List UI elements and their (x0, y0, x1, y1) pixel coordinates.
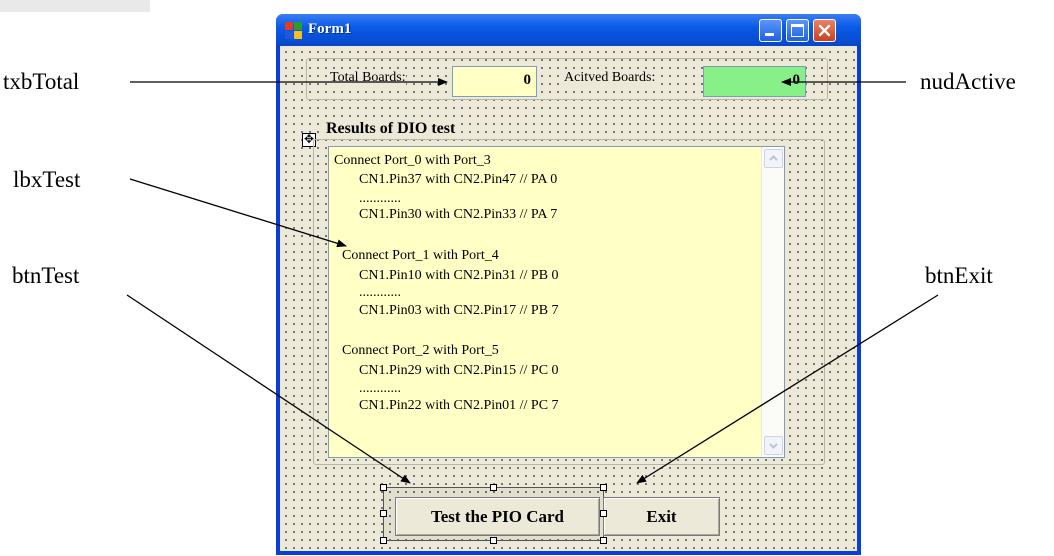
list-item: Connect Port_0 with Port_3 (334, 153, 491, 168)
resize-handle[interactable] (490, 537, 497, 544)
form-window: Form1 Total Boards: 0 Acitved Boards: 0 … (276, 14, 861, 555)
exit-button-label: Exit (646, 507, 677, 526)
resize-handle[interactable] (380, 537, 387, 544)
scroll-up-icon (769, 155, 778, 161)
callout-btnexit: btnExit (925, 263, 993, 288)
btn-test[interactable]: Test the PIO Card (395, 497, 600, 536)
list-item: CN1.Pin37 with CN2.Pin47 // PA 0 (359, 172, 558, 187)
resize-handle[interactable] (600, 537, 607, 544)
scroll-down-button[interactable] (764, 436, 783, 455)
maximize-button[interactable] (786, 19, 809, 42)
list-item: CN1.Pin10 with CN2.Pin31 // PB 0 (359, 268, 559, 283)
active-boards-label: Acitved Boards: (564, 69, 656, 86)
results-group-title: Results of DIO test (324, 120, 458, 138)
test-button-label: Test the PIO Card (430, 507, 564, 526)
form-client-area: Total Boards: 0 Acitved Boards: 0 ✥ Resu… (280, 46, 857, 551)
list-item: Connect Port_1 with Port_4 (342, 248, 499, 263)
list-item: ............ (359, 381, 401, 396)
callout-txbtotal: txbTotal (3, 69, 80, 94)
btn-exit[interactable]: Exit (603, 497, 720, 536)
corner-swatch (0, 0, 150, 12)
list-item: ............ (359, 191, 401, 206)
resize-handle[interactable] (490, 484, 497, 491)
resize-handle[interactable] (380, 484, 387, 491)
callout-nudactive: nudActive (920, 69, 1016, 94)
title-bar[interactable]: Form1 (276, 14, 861, 46)
window-title: Form1 (308, 21, 352, 37)
total-boards-label: Total Boards: (330, 69, 406, 86)
callout-btntest: btnTest (12, 263, 80, 288)
maximize-icon (791, 24, 804, 37)
form-app-icon (285, 22, 302, 39)
list-item: CN1.Pin29 with CN2.Pin15 // PC 0 (359, 363, 559, 378)
scroll-up-button[interactable] (764, 149, 783, 168)
nud-active[interactable]: 0 (703, 66, 806, 97)
minimize-icon (765, 33, 774, 36)
callout-lbxtest: lbxTest (13, 167, 81, 192)
close-button[interactable] (813, 19, 836, 42)
txb-total[interactable]: 0 (452, 66, 537, 97)
list-item: Connect Port_2 with Port_5 (342, 343, 499, 358)
resize-handle[interactable] (600, 510, 607, 517)
resize-handle[interactable] (600, 484, 607, 491)
scroll-down-icon (769, 443, 778, 449)
minimize-button[interactable] (759, 19, 782, 42)
list-item: CN1.Pin22 with CN2.Pin01 // PC 7 (359, 398, 559, 413)
list-item: CN1.Pin30 with CN2.Pin33 // PA 7 (359, 207, 558, 222)
lbx-test[interactable]: Connect Port_0 with Port_3 CN1.Pin37 wit… (328, 146, 785, 458)
close-icon (818, 24, 831, 37)
list-item: CN1.Pin03 with CN2.Pin17 // PB 7 (359, 303, 559, 318)
listbox-scrollbar[interactable] (761, 147, 784, 457)
resize-handle[interactable] (380, 510, 387, 517)
list-item: ............ (359, 285, 401, 300)
